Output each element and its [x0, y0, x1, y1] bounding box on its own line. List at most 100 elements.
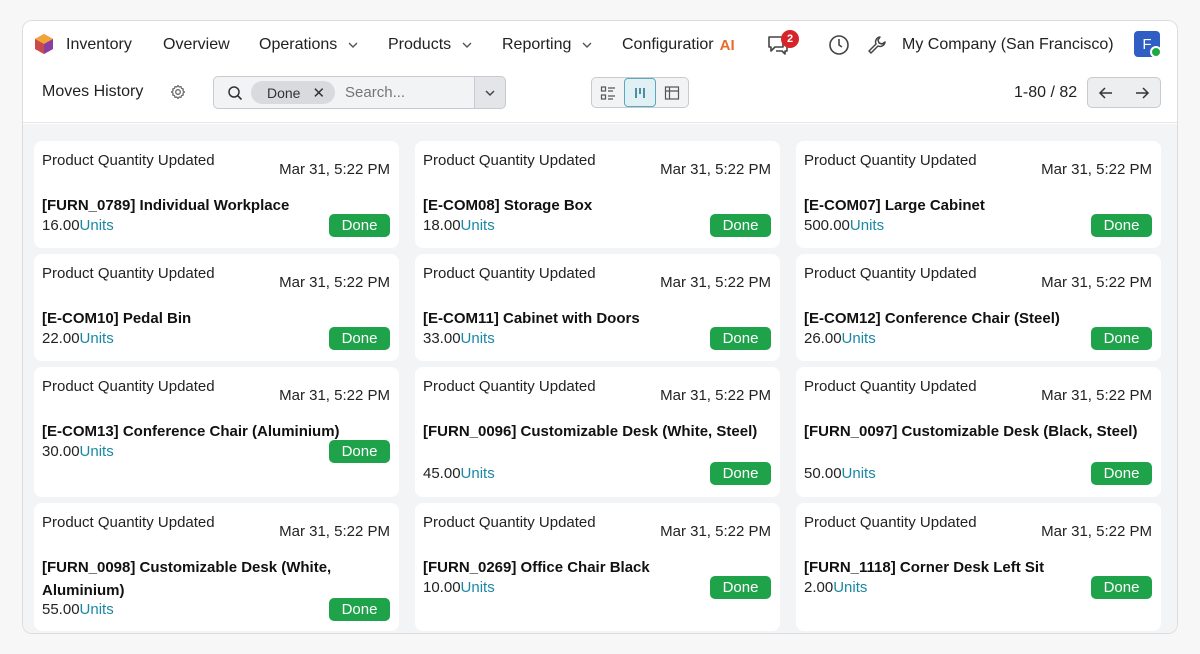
unit-link[interactable]: Units [461, 217, 495, 234]
status-badge: Done [710, 327, 771, 350]
nav-products[interactable]: Products [388, 36, 473, 54]
card-title: Product Quantity Updated [42, 265, 215, 282]
card-date: Mar 31, 5:22 PM [660, 274, 771, 291]
kanban-card[interactable]: Product Quantity Updated Mar 31, 5:22 PM… [415, 503, 780, 631]
search-input[interactable] [345, 84, 466, 101]
list-view-button[interactable] [592, 78, 624, 107]
pager-value[interactable]: 1-80 / 82 [1014, 84, 1077, 102]
card-title: Product Quantity Updated [423, 514, 596, 531]
card-date: Mar 31, 5:22 PM [1041, 161, 1152, 178]
card-date: Mar 31, 5:22 PM [1041, 274, 1152, 291]
kanban-card[interactable]: Product Quantity Updated Mar 31, 5:22 PM… [415, 254, 780, 361]
kanban-card[interactable]: Product Quantity Updated Mar 31, 5:22 PM… [796, 254, 1161, 361]
company-switcher[interactable]: My Company (San Francisco) [902, 36, 1114, 54]
chevron-down-icon [582, 42, 592, 48]
nav-operations[interactable]: Operations [259, 36, 359, 54]
kanban-view: Product Quantity Updated Mar 31, 5:22 PM… [23, 124, 1177, 633]
card-date: Mar 31, 5:22 PM [660, 387, 771, 404]
card-date: Mar 31, 5:22 PM [279, 523, 390, 540]
unit-link[interactable]: Units [850, 217, 884, 234]
chevron-down-icon [348, 42, 358, 48]
kanban-card[interactable]: Product Quantity Updated Mar 31, 5:22 PM… [796, 503, 1161, 631]
card-quantity: 18.00Units [423, 217, 495, 234]
status-badge: Done [1091, 214, 1152, 237]
card-quantity: 45.00Units [423, 465, 495, 482]
card-title: Product Quantity Updated [42, 152, 215, 169]
kanban-card[interactable]: Product Quantity Updated Mar 31, 5:22 PM… [796, 141, 1161, 248]
status-badge: Done [710, 214, 771, 237]
kanban-view-icon [635, 87, 645, 98]
nav-overview-label: Overview [163, 36, 230, 53]
unit-link[interactable]: Units [80, 443, 114, 460]
status-badge: Done [329, 327, 390, 350]
card-date: Mar 31, 5:22 PM [660, 523, 771, 540]
status-badge: Done [329, 440, 390, 463]
unit-link[interactable]: Units [461, 465, 495, 482]
pivot-view-button[interactable] [656, 78, 688, 107]
card-quantity: 16.00Units [42, 217, 114, 234]
search-icon [228, 85, 243, 100]
unit-link[interactable]: Units [461, 579, 495, 596]
unit-link[interactable]: Units [461, 330, 495, 347]
kanban-view-button[interactable] [624, 78, 656, 107]
top-navbar: Inventory Overview Operations Products R… [23, 21, 1177, 69]
card-title: Product Quantity Updated [804, 265, 977, 282]
kanban-card[interactable]: Product Quantity Updated Mar 31, 5:22 PM… [34, 503, 399, 631]
card-title: Product Quantity Updated [804, 378, 977, 395]
inventory-logo-icon[interactable] [33, 33, 55, 55]
quantity-value: 26.00 [804, 330, 842, 347]
card-quantity: 33.00Units [423, 330, 495, 347]
card-date: Mar 31, 5:22 PM [279, 387, 390, 404]
search-options-toggle[interactable] [474, 76, 506, 109]
kanban-card[interactable]: Product Quantity Updated Mar 31, 5:22 PM… [34, 367, 399, 497]
unit-link[interactable]: Units [80, 601, 114, 618]
nav-configuration[interactable]: Configuratior AI [622, 36, 735, 54]
status-badge: Done [329, 598, 390, 621]
card-title: Product Quantity Updated [423, 265, 596, 282]
unit-link[interactable]: Units [80, 330, 114, 347]
app-name[interactable]: Inventory [66, 36, 132, 54]
search-bar: Done ✕ [213, 76, 475, 109]
card-title: Product Quantity Updated [42, 378, 215, 395]
nav-reporting[interactable]: Reporting [502, 36, 593, 54]
ai-icon: AI [719, 36, 735, 54]
status-badge: Done [1091, 327, 1152, 350]
quantity-value: 45.00 [423, 465, 461, 482]
control-panel: Moves History Done ✕ Search... 1-80 / 82 [23, 69, 1177, 123]
wrench-icon[interactable] [866, 34, 888, 56]
chat-badge: 2 [781, 30, 799, 48]
kanban-card[interactable]: Product Quantity Updated Mar 31, 5:22 PM… [34, 254, 399, 361]
unit-link[interactable]: Units [80, 217, 114, 234]
pager-previous-button[interactable] [1088, 78, 1124, 107]
quantity-value: 30.00 [42, 443, 80, 460]
quantity-value: 10.00 [423, 579, 461, 596]
pager-next-button[interactable] [1124, 78, 1160, 107]
app-window: Inventory Overview Operations Products R… [22, 20, 1178, 634]
card-date: Mar 31, 5:22 PM [1041, 387, 1152, 404]
list-view-icon [600, 85, 615, 100]
quantity-value: 50.00 [804, 465, 842, 482]
kanban-card[interactable]: Product Quantity Updated Mar 31, 5:22 PM… [415, 141, 780, 248]
status-badge: Done [710, 576, 771, 599]
kanban-card[interactable]: Product Quantity Updated Mar 31, 5:22 PM… [415, 367, 780, 497]
kanban-card[interactable]: Product Quantity Updated Mar 31, 5:22 PM… [34, 141, 399, 248]
clock-icon[interactable] [828, 34, 850, 56]
unit-link[interactable]: Units [842, 330, 876, 347]
gear-icon[interactable] [170, 84, 186, 100]
unit-link[interactable]: Units [833, 579, 867, 596]
facet-remove-icon[interactable]: ✕ [312, 84, 325, 102]
card-product: [FURN_0097] Customizable Desk (Black, St… [804, 423, 1138, 440]
nav-overview[interactable]: Overview [163, 36, 230, 54]
table-view-icon [664, 85, 680, 100]
status-badge: Done [710, 462, 771, 485]
unit-link[interactable]: Units [842, 465, 876, 482]
online-status-dot [1150, 46, 1162, 58]
card-quantity: 30.00Units [42, 443, 114, 460]
chevron-down-icon [485, 89, 495, 96]
card-title: Product Quantity Updated [42, 514, 215, 531]
pager-buttons [1087, 77, 1161, 108]
card-quantity: 2.00Units [804, 579, 867, 596]
card-title: Product Quantity Updated [423, 378, 596, 395]
arrow-right-icon [1136, 86, 1150, 99]
kanban-card[interactable]: Product Quantity Updated Mar 31, 5:22 PM… [796, 367, 1161, 497]
